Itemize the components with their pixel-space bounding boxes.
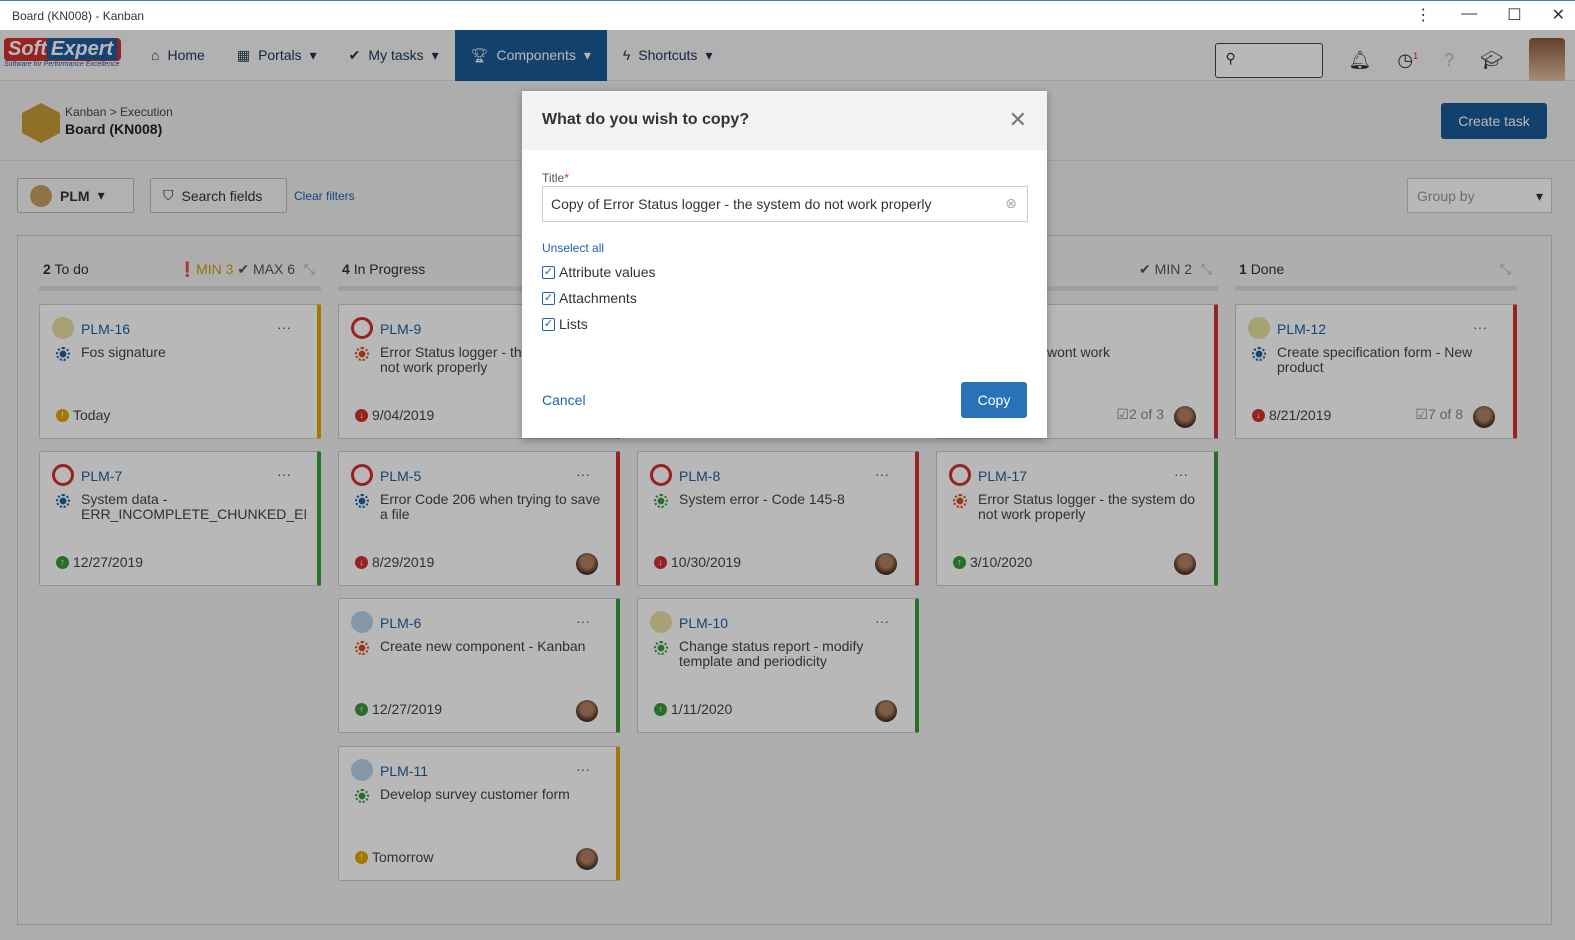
close-icon[interactable]: ✕ xyxy=(1009,107,1027,133)
kebab-menu-icon[interactable]: ⋮ xyxy=(1415,5,1431,25)
title-field-label: Title* xyxy=(542,171,569,185)
checkbox-label: Attachments xyxy=(559,290,637,306)
dialog-title: What do you wish to copy? xyxy=(522,91,1047,150)
unselect-all-link[interactable]: Unselect all xyxy=(542,241,604,255)
checkbox-checked-icon[interactable]: ✓ xyxy=(542,317,555,331)
close-window-icon[interactable]: ✕ xyxy=(1552,5,1565,25)
clear-input-icon[interactable]: ⊗ xyxy=(1005,195,1017,212)
checkbox-checked-icon[interactable]: ✓ xyxy=(542,265,555,279)
title-input-value: Copy of Error Status logger - the system… xyxy=(551,196,932,212)
copy-dialog: What do you wish to copy? ✕ Title* Copy … xyxy=(522,91,1047,438)
checkbox-checked-icon[interactable]: ✓ xyxy=(542,291,555,305)
copy-button[interactable]: Copy xyxy=(961,382,1027,418)
cancel-button[interactable]: Cancel xyxy=(542,392,586,408)
checkbox-attribute-values[interactable]: ✓ Attribute values xyxy=(542,264,656,280)
minimize-icon[interactable]: — xyxy=(1461,5,1477,25)
checkbox-lists[interactable]: ✓ Lists xyxy=(542,316,588,332)
window-title: Board (KN008) - Kanban xyxy=(12,8,145,23)
window-titlebar: Board (KN008) - Kanban ⋮ — ☐ ✕ xyxy=(0,0,1575,30)
checkbox-attachments[interactable]: ✓ Attachments xyxy=(542,290,637,306)
checkbox-label: Lists xyxy=(559,316,588,332)
title-input[interactable]: Copy of Error Status logger - the system… xyxy=(542,186,1028,222)
maximize-icon[interactable]: ☐ xyxy=(1507,5,1521,25)
checkbox-label: Attribute values xyxy=(559,264,656,280)
